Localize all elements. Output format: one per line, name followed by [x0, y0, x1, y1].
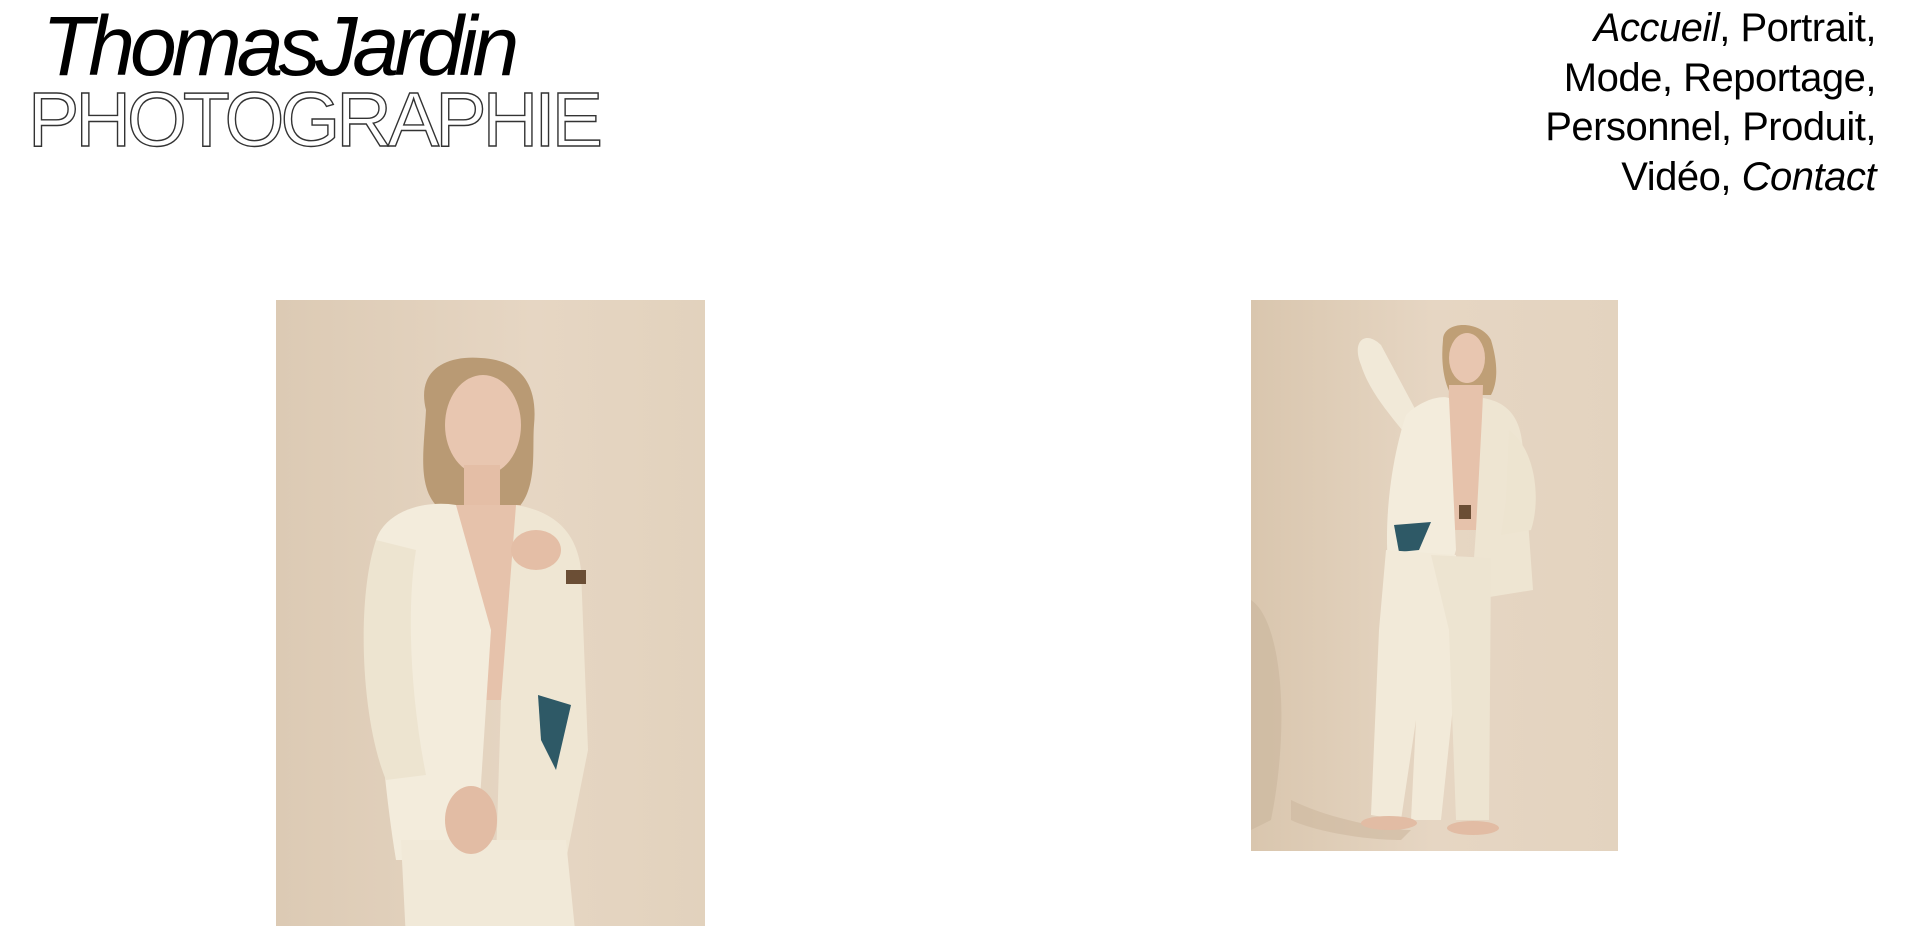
nav-separator: , [1865, 6, 1876, 50]
nav-item-personnel[interactable]: Personnel [1545, 105, 1721, 149]
nav-item-reportage[interactable]: Reportage [1683, 56, 1866, 100]
nav-item-contact[interactable]: Contact [1742, 155, 1877, 199]
nav-separator: , [1865, 105, 1876, 149]
site-logo[interactable]: ThomasJardin PHOTOGRAPHIE [27, 0, 603, 163]
nav-item-produit[interactable]: Produit [1742, 105, 1866, 149]
nav-item-accueil[interactable]: Accueil [1594, 6, 1720, 50]
nav-separator: , [1865, 55, 1876, 100]
photo-1-illustration [363, 357, 588, 926]
page: ThomasJardin PHOTOGRAPHIE Accueil, Portr… [0, 0, 1920, 926]
nav-separator: , [1719, 6, 1730, 50]
nav-item-mode[interactable]: Mode [1564, 56, 1663, 100]
gallery-photo-1[interactable] [276, 300, 705, 926]
nav-separator: , [1661, 55, 1673, 100]
nav-item-portrait[interactable]: Portrait [1740, 6, 1865, 50]
nav-separator: , [1720, 105, 1732, 149]
nav-separator: , [1720, 154, 1732, 199]
logo-name: ThomasJardin [42, 0, 519, 93]
nav-item-video[interactable]: Vidéo [1621, 155, 1721, 199]
logo-subtitle: PHOTOGRAPHIE [27, 77, 603, 163]
photo-2-illustration [1251, 325, 1536, 840]
main-nav: Accueil, Portrait, Mode, Reportage, Pers… [1416, 4, 1876, 202]
gallery-photo-2[interactable] [1251, 300, 1618, 851]
